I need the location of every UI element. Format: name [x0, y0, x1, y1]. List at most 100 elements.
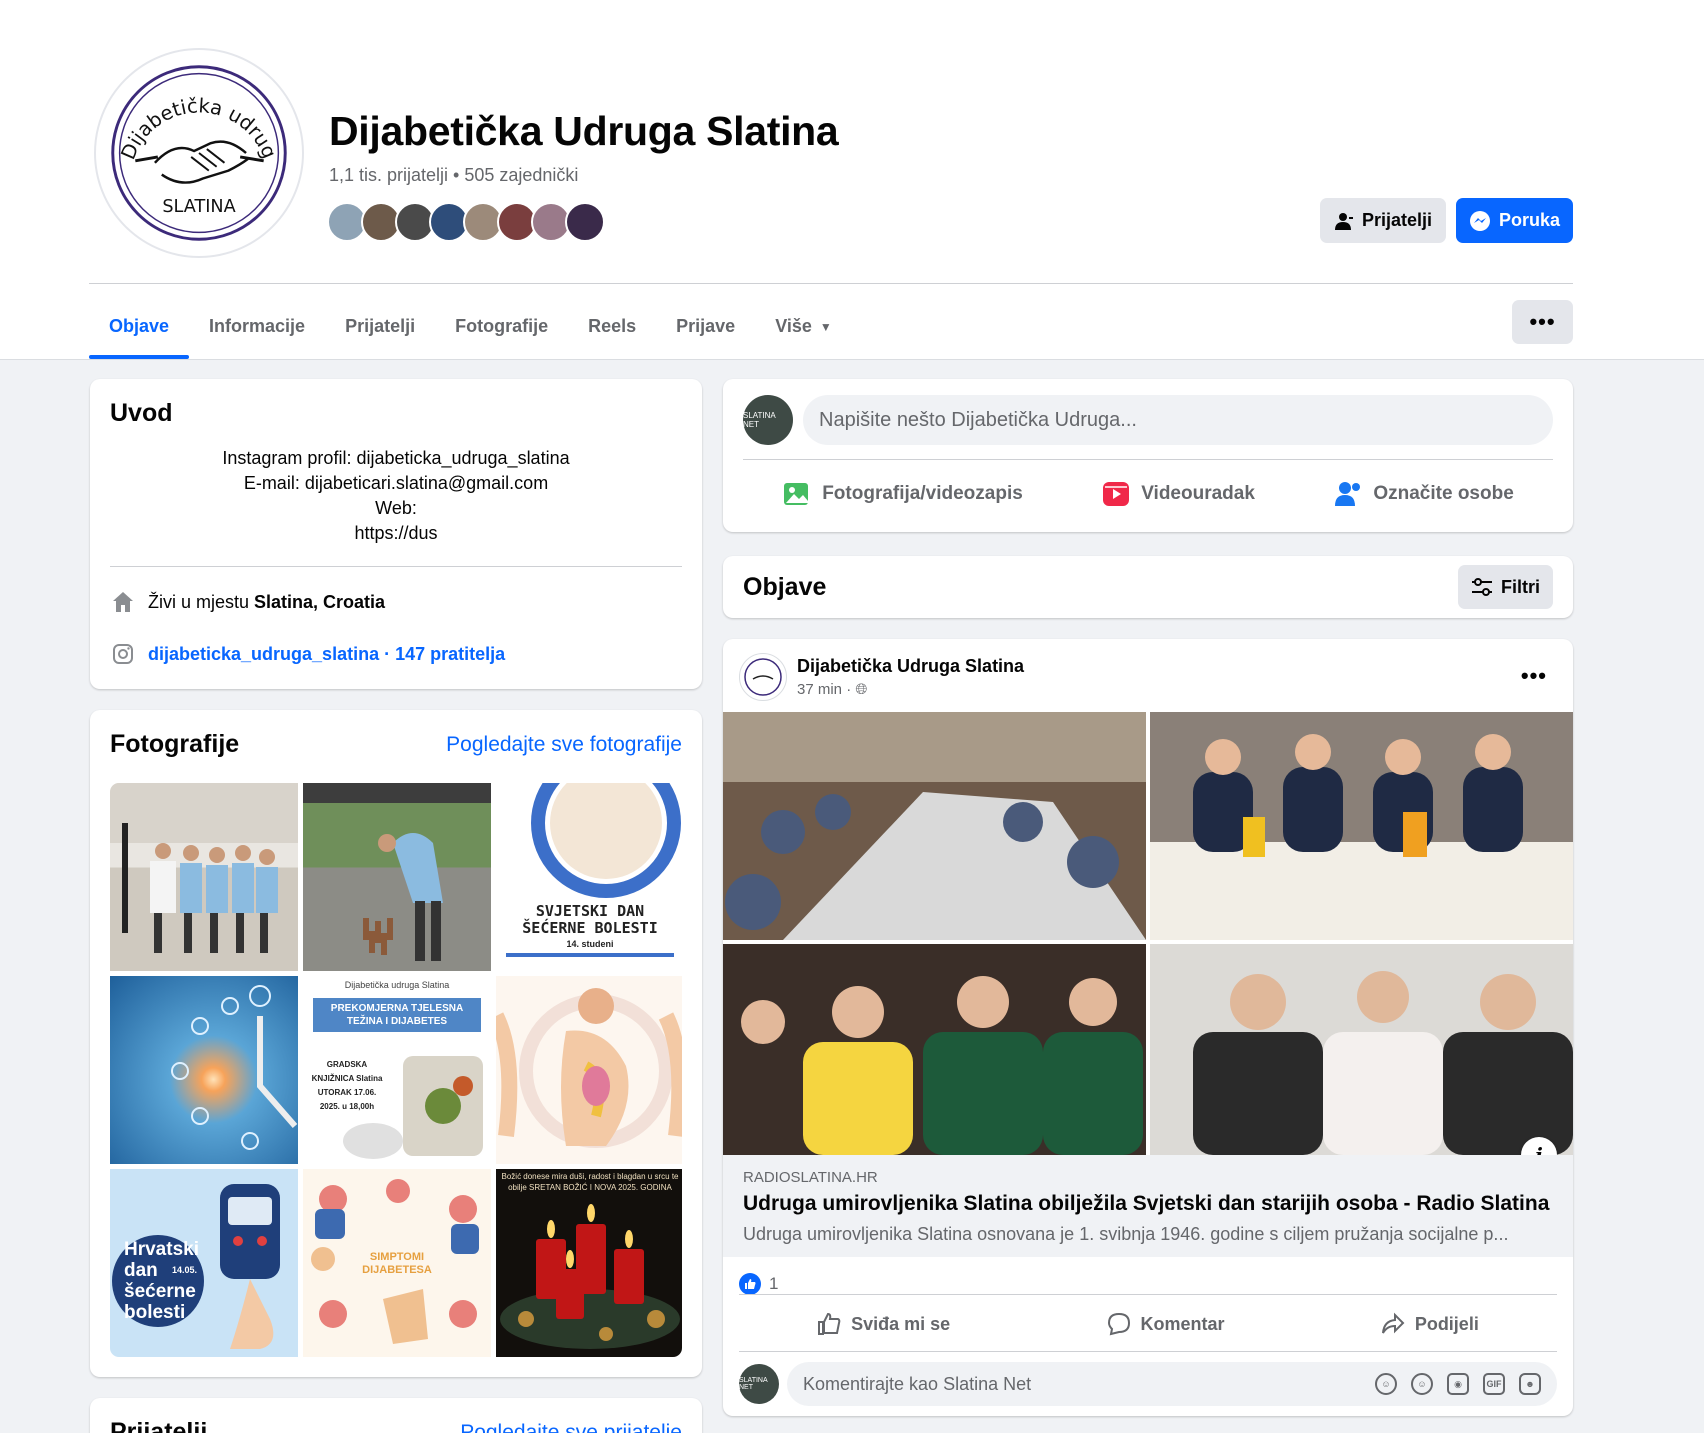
- filter-sliders-icon: [1472, 578, 1492, 596]
- photo-thumbnail[interactable]: SIMPTOMI DIJABETESA: [303, 1169, 491, 1357]
- photo-caption: Božić donese mira duši, radost i blagdan…: [501, 1172, 679, 1192]
- home-icon: [110, 589, 136, 615]
- food-scale-illustration: [343, 1056, 483, 1159]
- photo-thumbnail[interactable]: Hrvatski dan šećerne bolesti 14.05.: [110, 1169, 298, 1357]
- photo-caption: Hrvatski dan šećerne bolesti: [124, 1239, 199, 1323]
- post-composer: SLATINA NET Napišite nešto Dijabetička U…: [723, 379, 1573, 532]
- association-logo-small: [744, 658, 782, 696]
- intro-location: Živi u mjestu Slatina, Croatia: [110, 587, 682, 617]
- camera-icon[interactable]: ◉: [1447, 1373, 1469, 1395]
- friends-title: Prijatelji: [110, 1418, 208, 1433]
- logo-arc-text: Dijabetička udruga: [101, 55, 281, 163]
- photo-thumbnail[interactable]: [303, 783, 491, 971]
- photo-caption: SIMPTOMI DIJABETESA: [362, 1251, 432, 1276]
- like-label: Sviđa mi se: [851, 1313, 951, 1334]
- instagram-link[interactable]: dijabeticka_udruga_slatina · 147 pratite…: [148, 644, 505, 665]
- user-avatar[interactable]: SLATINA NET: [743, 395, 793, 445]
- gif-icon[interactable]: GIF: [1483, 1373, 1505, 1395]
- share-icon: [1381, 1312, 1405, 1334]
- photo-thumbnail[interactable]: [110, 976, 298, 1164]
- post-author-avatar[interactable]: [739, 653, 787, 701]
- see-all-friends-link[interactable]: Pogledajte sve prijatelje: [460, 1421, 682, 1433]
- tag-people-icon: [1335, 482, 1361, 506]
- tab-fotografije[interactable]: Fotografije: [435, 294, 568, 359]
- tab-label: Prijatelji: [345, 316, 416, 336]
- mutual-friends-avatars[interactable]: [327, 202, 605, 242]
- post-author[interactable]: Dijabetička Udruga Slatina: [797, 656, 1024, 677]
- more-dots-icon: •••: [1529, 309, 1556, 334]
- medical-icons-illustration: [171, 985, 298, 1150]
- reactions-summary[interactable]: 1: [739, 1273, 778, 1295]
- photo-video-button[interactable]: Fotografija/videozapis: [782, 468, 1023, 520]
- link-preview[interactable]: RADIOSLATINA.HR Udruga umirovljenika Sla…: [723, 1155, 1573, 1257]
- tag-people-button[interactable]: Označite osobe: [1333, 468, 1514, 520]
- message-button-label: Poruka: [1498, 210, 1561, 230]
- photos-card: Fotografije Pogledajte sve fotografije S…: [90, 710, 702, 1377]
- tab-reels[interactable]: Reels: [568, 294, 656, 359]
- photo-icon: [784, 483, 809, 505]
- photos-title: Fotografije: [110, 730, 240, 758]
- sticker-icon[interactable]: ☻: [1519, 1373, 1541, 1395]
- emoji-icon[interactable]: ☺: [1411, 1373, 1433, 1395]
- link-description: Udruga umirovljenika Slatina osnovana je…: [743, 1224, 1509, 1244]
- comment-label: Komentar: [1140, 1313, 1225, 1334]
- photo-thumbnail[interactable]: Božić donese mira duši, radost i blagdan…: [496, 1169, 682, 1357]
- messenger-icon: [1469, 210, 1490, 231]
- friends-card: Prijatelji Pogledajte sve prijatelje: [90, 1398, 702, 1433]
- post-options-button[interactable]: •••: [1521, 663, 1547, 689]
- photo-caption: SVJETSKI DAN ŠEĆERNE BOLESTI: [522, 902, 658, 937]
- tab-label: Informacije: [209, 316, 306, 336]
- tab-prijave[interactable]: Prijave: [656, 294, 755, 359]
- posts-title: Objave: [743, 572, 827, 601]
- reel-icon: [1103, 482, 1130, 506]
- like-button[interactable]: Sviđa mi se: [817, 1312, 950, 1336]
- tab-label: Fotografije: [455, 316, 549, 336]
- bowling-photo-illustration: [303, 783, 491, 961]
- comment-input[interactable]: Komentirajte kao Slatina Net ☺ ☺ ◉ GIF ☻: [787, 1362, 1557, 1406]
- photo-thumbnail[interactable]: Dijabetička udruga Slatina PREKOMJERNA T…: [303, 976, 491, 1164]
- comment-icon: [1107, 1312, 1130, 1336]
- page-title: Dijabetička Udruga Slatina: [329, 108, 839, 154]
- tab-informacije[interactable]: Informacije: [189, 294, 325, 359]
- filters-button[interactable]: Filtri: [1458, 565, 1553, 609]
- see-all-photos-link[interactable]: Pogledajte sve fotografije: [446, 733, 682, 757]
- friend-avatar[interactable]: [565, 202, 605, 242]
- composer-input[interactable]: Napišite nešto Dijabetička Udruga...: [803, 395, 1553, 445]
- lives-place[interactable]: Slatina, Croatia: [254, 592, 385, 612]
- post-time-text: 37 min ·: [797, 681, 856, 698]
- tag-people-label: Označite osobe: [1373, 483, 1514, 504]
- friend-count[interactable]: 1,1 tis. prijatelji • 505 zajednički: [329, 165, 578, 186]
- photo-thumbnail[interactable]: SVJETSKI DAN ŠEĆERNE BOLESTI 14. studeni: [496, 783, 682, 971]
- tab-objave[interactable]: Objave: [89, 294, 190, 359]
- bio-line: Web:: [375, 498, 417, 518]
- intro-instagram: dijabeticka_udruga_slatina · 147 pratite…: [110, 639, 682, 669]
- post-image-collage[interactable]: [723, 712, 1573, 1155]
- avatar-sticker-icon[interactable]: ☺: [1375, 1373, 1397, 1395]
- body-illustration: [496, 988, 682, 1148]
- friends-button-label: Prijatelji: [1361, 210, 1433, 230]
- message-button[interactable]: Poruka: [1456, 198, 1573, 243]
- thumbs-up-icon: [818, 1312, 841, 1335]
- photo-grid: SVJETSKI DAN ŠEĆERNE BOLESTI 14. studeni…: [110, 783, 682, 1357]
- photo-caption-date: 14. studeni: [566, 939, 614, 949]
- post-timestamp[interactable]: 37 min · 🌐︎: [797, 681, 1024, 698]
- share-button[interactable]: Podijeli: [1381, 1312, 1479, 1336]
- more-options-button[interactable]: •••: [1512, 300, 1573, 344]
- tab-prijatelji[interactable]: Prijatelji: [325, 294, 435, 359]
- commenter-avatar[interactable]: SLATINA NET: [739, 1364, 779, 1404]
- reel-button[interactable]: Videouradak: [1101, 468, 1255, 520]
- friends-button[interactable]: Prijatelji: [1320, 198, 1446, 243]
- globe-icon: 🌐︎: [855, 681, 868, 698]
- profile-avatar[interactable]: Dijabetička udruga SLATINA: [94, 48, 304, 258]
- tab-label: Više: [775, 316, 812, 336]
- profile-tabs: Objave Informacije Prijatelji Fotografij…: [89, 294, 852, 359]
- tab-label: Objave: [109, 316, 170, 336]
- photo-thumbnail[interactable]: [496, 976, 682, 1164]
- photo-thumbnail[interactable]: [110, 783, 298, 971]
- tab-label: Reels: [588, 316, 637, 336]
- tab-label: Prijave: [676, 316, 736, 336]
- comment-button[interactable]: Komentar: [1107, 1312, 1225, 1336]
- composer-divider: [743, 459, 1553, 460]
- bio-line: E-mail: dijabeticari.slatina@gmail.com: [243, 473, 549, 493]
- tab-vise[interactable]: Više ▼: [755, 294, 852, 359]
